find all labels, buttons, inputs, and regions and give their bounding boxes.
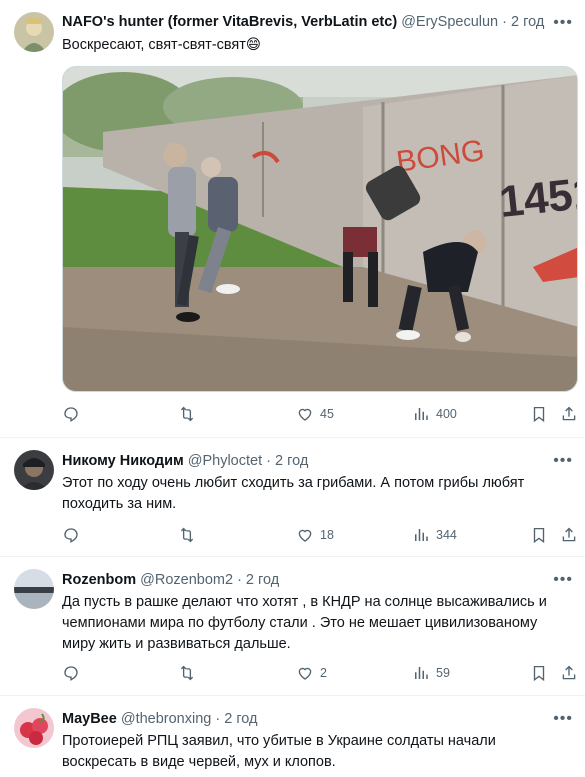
author-name[interactable]: NAFO's hunter (former VitaBrevis, VerbLa… [62,14,397,30]
author-handle[interactable]: @thebronxing [121,711,212,727]
author-name[interactable]: MayBee [62,711,117,727]
views-button[interactable]: 344 [412,524,457,546]
reply-button[interactable] [62,524,86,546]
tweet-media-image[interactable]: BONG 1451 [62,66,578,392]
timestamp[interactable]: · 2 год [215,711,257,727]
avatar[interactable] [14,708,54,748]
avatar[interactable] [14,450,54,490]
heart-icon [298,529,312,542]
like-button[interactable]: 45 [296,403,334,425]
share-icon [562,665,576,680]
tweet-1[interactable]: NAFO's hunter (former VitaBrevis, VerbLa… [0,0,585,438]
retweet-icon [180,406,194,422]
reply-icon [64,666,78,681]
like-count: 18 [320,528,334,542]
author-name[interactable]: Rozenbom [62,572,136,588]
bookmark-icon [533,665,545,682]
tweet-header: Rozenbom @Rozenbom2 · 2 год [62,570,279,590]
tweet-actions: 45 400 [60,403,585,425]
author-handle[interactable]: @Phyloctet [188,453,262,469]
share-button[interactable] [560,403,578,425]
like-button[interactable]: 2 [296,662,327,684]
tweet-3[interactable]: Rozenbom @Rozenbom2 · 2 год ••• Да пусть… [0,557,585,696]
like-count: 45 [320,407,334,421]
share-icon [562,527,576,542]
views-count: 400 [436,407,457,421]
reply-button[interactable] [62,662,86,684]
retweet-button[interactable] [178,524,202,546]
tweet-text: Воскресают, свят-свят-свят😄 [62,37,262,53]
tweet-header: NAFO's hunter (former VitaBrevis, VerbLa… [62,12,544,32]
tweet-actions: 18 344 [60,524,585,546]
more-dots-icon[interactable]: ••• [553,572,573,588]
tweet-text: Этот по ходу очень любит сходить за гриб… [62,475,525,512]
views-count: 59 [436,666,450,680]
media-photo: BONG 1451 [63,67,578,391]
retweet-button[interactable] [178,662,202,684]
tweet-actions: 2 59 [60,662,585,684]
share-icon [562,406,576,421]
author-handle[interactable]: @ErySpeculun [401,14,498,30]
heart-icon [298,408,312,421]
heart-icon [298,667,312,680]
retweet-button[interactable] [178,403,202,425]
avatar[interactable] [14,569,54,609]
share-button[interactable] [560,662,578,684]
bookmark-button[interactable] [530,662,548,684]
retweet-icon [180,665,194,681]
views-chart-icon [415,529,428,541]
reply-icon [64,407,78,422]
like-button[interactable]: 18 [296,524,334,546]
tweet-4[interactable]: MayBee @thebronxing · 2 год ••• Протоиер… [0,696,585,777]
graffiti-right: 1451 [497,168,578,227]
like-count: 2 [320,666,327,680]
more-dots-icon[interactable]: ••• [553,711,573,727]
author-name[interactable]: Никому Никодим [62,453,184,469]
timestamp[interactable]: · 2 год [266,453,308,469]
tweet-2[interactable]: Никому Никодим @Phyloctet · 2 год ••• Эт… [0,438,585,557]
views-button[interactable]: 59 [412,662,450,684]
retweet-icon [180,527,194,543]
views-count: 344 [436,528,457,542]
bookmark-icon [533,527,545,544]
views-chart-icon [415,667,428,679]
reply-icon [64,528,78,543]
tweet-text: Протоиерей РПЦ заявил, что убитые в Укра… [62,733,496,770]
views-button[interactable]: 400 [412,403,457,425]
bookmark-icon [533,406,545,423]
views-chart-icon [415,408,428,420]
tweet-header: MayBee @thebronxing · 2 год [62,709,258,729]
timestamp[interactable]: · 2 год [237,572,279,588]
tweet-header: Никому Никодим @Phyloctet · 2 год [62,451,308,471]
bookmark-button[interactable] [530,524,548,546]
timestamp[interactable]: · 2 год [502,14,544,30]
share-button[interactable] [560,524,578,546]
more-dots-icon[interactable]: ••• [553,15,573,31]
avatar[interactable] [14,12,54,52]
tweet-text: Да пусть в рашке делают что хотят , в КН… [62,594,547,652]
more-dots-icon[interactable]: ••• [553,453,573,469]
reply-button[interactable] [62,403,86,425]
author-handle[interactable]: @Rozenbom2 [140,572,233,588]
bookmark-button[interactable] [530,403,548,425]
